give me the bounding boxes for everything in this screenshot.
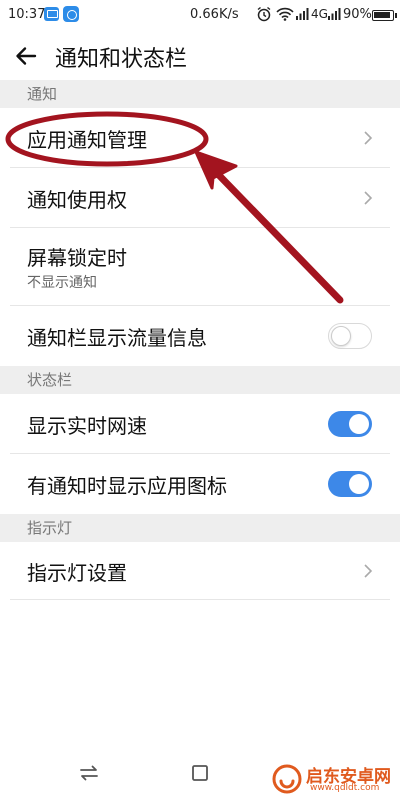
wifi-icon [276,7,294,25]
row-notification-access[interactable]: 通知使用权 [0,168,400,228]
status-network-type: 4G [311,7,328,21]
status-time: 10:37 [8,7,46,22]
page-title: 通知和状态栏 [55,47,188,72]
row-sublabel: 不显示通知 [27,275,97,291]
row-indicator-settings[interactable]: 指示灯设置 [0,542,400,600]
watermark-logo-icon [272,764,302,794]
row-label: 通知使用权 [27,188,127,212]
section-header-status-bar: 状态栏 [0,366,400,394]
row-traffic-info[interactable]: 通知栏显示流量信息 [0,306,400,366]
chevron-right-icon [364,131,373,145]
chevron-right-icon [364,191,373,205]
watermark: 启东安卓网 www.qdldt.com [272,762,398,798]
home-square-icon[interactable] [189,762,213,786]
realtime-speed-toggle[interactable] [328,411,372,437]
signal-icon [296,7,310,24]
signal-icon [328,7,342,24]
message-app-icon [44,7,59,21]
row-lock-screen[interactable]: 屏幕锁定时 不显示通知 [0,228,400,306]
row-label: 有通知时显示应用图标 [27,474,227,498]
section-header-notifications: 通知 [0,80,400,108]
chevron-right-icon [364,564,373,578]
row-label: 显示实时网速 [27,414,147,438]
row-app-notification-management[interactable]: 应用通知管理 [0,108,400,168]
row-label: 应用通知管理 [27,128,147,152]
row-label: 通知栏显示流量信息 [27,326,207,350]
app-icon-toggle[interactable] [328,471,372,497]
watermark-url: www.qdldt.com [310,783,380,793]
app-header: 通知和状态栏 [0,30,400,80]
battery-icon [372,10,397,21]
row-realtime-speed[interactable]: 显示实时网速 [0,394,400,454]
battery-percent: 90% [343,7,372,22]
switch-apps-icon[interactable] [78,762,102,786]
traffic-info-toggle[interactable] [328,323,372,349]
row-label: 屏幕锁定时 [27,246,127,270]
row-label: 指示灯设置 [27,561,127,585]
status-net-speed: 0.66K/s [190,7,239,22]
status-bar: 10:37 0.66K/s 4G 90% [0,0,400,30]
alarm-icon [256,6,272,26]
back-button[interactable] [10,40,42,72]
browser-app-icon [63,6,79,22]
arrow-left-icon [16,47,37,65]
section-header-indicator: 指示灯 [0,514,400,542]
row-app-icon-on-notify[interactable]: 有通知时显示应用图标 [0,454,400,514]
